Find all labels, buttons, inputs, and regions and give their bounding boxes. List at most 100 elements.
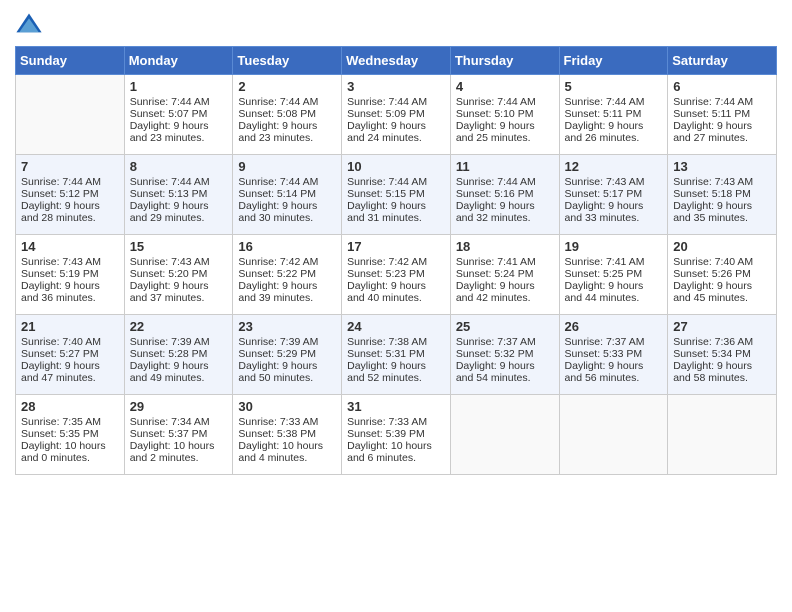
day-number: 22 — [130, 319, 228, 334]
day-number: 16 — [238, 239, 336, 254]
daylight-text: Daylight: 9 hours and 36 minutes. — [21, 280, 119, 304]
calendar-week-2: 7Sunrise: 7:44 AMSunset: 5:12 PMDaylight… — [16, 155, 777, 235]
calendar-cell: 29Sunrise: 7:34 AMSunset: 5:37 PMDayligh… — [124, 395, 233, 475]
sunset-text: Sunset: 5:25 PM — [565, 268, 663, 280]
sunset-text: Sunset: 5:27 PM — [21, 348, 119, 360]
sunrise-text: Sunrise: 7:43 AM — [21, 256, 119, 268]
calendar-cell: 11Sunrise: 7:44 AMSunset: 5:16 PMDayligh… — [450, 155, 559, 235]
day-number: 29 — [130, 399, 228, 414]
sunset-text: Sunset: 5:12 PM — [21, 188, 119, 200]
sunset-text: Sunset: 5:39 PM — [347, 428, 445, 440]
calendar-cell: 23Sunrise: 7:39 AMSunset: 5:29 PMDayligh… — [233, 315, 342, 395]
daylight-text: Daylight: 9 hours and 45 minutes. — [673, 280, 771, 304]
calendar-cell: 5 Sunrise: 7:44 AMSunset: 5:11 PMDaylight… — [559, 75, 668, 155]
sunrise-text: Sunrise: 7:44 AM — [21, 176, 119, 188]
calendar-cell: 2Sunrise: 7:44 AMSunset: 5:08 PMDaylight… — [233, 75, 342, 155]
sunset-text: Sunset: 5:11 PM — [565, 108, 663, 120]
sunset-text: Sunset: 5:37 PM — [130, 428, 228, 440]
daylight-text: Daylight: 9 hours and 25 minutes. — [456, 120, 554, 144]
day-header-monday: Monday — [124, 47, 233, 75]
sunset-text: Sunset: 5:18 PM — [673, 188, 771, 200]
daylight-text: Daylight: 10 hours and 2 minutes. — [130, 440, 228, 464]
calendar-cell: 8Sunrise: 7:44 AMSunset: 5:13 PMDaylight… — [124, 155, 233, 235]
daylight-text: Daylight: 9 hours and 33 minutes. — [565, 200, 663, 224]
calendar-cell: 24Sunrise: 7:38 AMSunset: 5:31 PMDayligh… — [342, 315, 451, 395]
day-number: 8 — [130, 159, 228, 174]
sunrise-text: Sunrise: 7:40 AM — [673, 256, 771, 268]
daylight-text: Daylight: 9 hours and 26 minutes. — [565, 120, 663, 144]
day-header-thursday: Thursday — [450, 47, 559, 75]
daylight-text: Daylight: 9 hours and 42 minutes. — [456, 280, 554, 304]
calendar-cell — [559, 395, 668, 475]
calendar-cell: 26Sunrise: 7:37 AMSunset: 5:33 PMDayligh… — [559, 315, 668, 395]
sunset-text: Sunset: 5:07 PM — [130, 108, 228, 120]
day-number: 31 — [347, 399, 445, 414]
sunrise-text: Sunrise: 7:43 AM — [130, 256, 228, 268]
sunrise-text: Sunrise: 7:37 AM — [565, 336, 663, 348]
sunrise-text: Sunrise: 7:41 AM — [456, 256, 554, 268]
sunset-text: Sunset: 5:28 PM — [130, 348, 228, 360]
day-header-sunday: Sunday — [16, 47, 125, 75]
sunset-text: Sunset: 5:19 PM — [21, 268, 119, 280]
sunrise-text: Sunrise: 7:35 AM — [21, 416, 119, 428]
day-number: 28 — [21, 399, 119, 414]
sunrise-text: Sunrise: 7:44 AM — [565, 96, 663, 108]
day-number: 11 — [456, 159, 554, 174]
sunset-text: Sunset: 5:26 PM — [673, 268, 771, 280]
day-number: 30 — [238, 399, 336, 414]
sunset-text: Sunset: 5:35 PM — [21, 428, 119, 440]
sunrise-text: Sunrise: 7:44 AM — [130, 176, 228, 188]
day-number: 2 — [238, 79, 336, 94]
day-number: 23 — [238, 319, 336, 334]
day-number: 27 — [673, 319, 771, 334]
daylight-text: Daylight: 9 hours and 44 minutes. — [565, 280, 663, 304]
sunrise-text: Sunrise: 7:44 AM — [347, 176, 445, 188]
sunset-text: Sunset: 5:20 PM — [130, 268, 228, 280]
daylight-text: Daylight: 9 hours and 54 minutes. — [456, 360, 554, 384]
sunrise-text: Sunrise: 7:44 AM — [347, 96, 445, 108]
sunset-text: Sunset: 5:24 PM — [456, 268, 554, 280]
calendar-week-1: 1 Sunrise: 7:44 AM Sunset: 5:07 PM Daylight… — [16, 75, 777, 155]
daylight-text: Daylight: 9 hours and 37 minutes. — [130, 280, 228, 304]
day-header-friday: Friday — [559, 47, 668, 75]
sunrise-text: Sunrise: 7:43 AM — [673, 176, 771, 188]
daylight-text: Daylight: 9 hours and 40 minutes. — [347, 280, 445, 304]
day-number: 10 — [347, 159, 445, 174]
calendar-cell: 27Sunrise: 7:36 AMSunset: 5:34 PMDayligh… — [668, 315, 777, 395]
sunset-text: Sunset: 5:08 PM — [238, 108, 336, 120]
calendar-cell — [450, 395, 559, 475]
day-number: 1 — [130, 79, 228, 94]
sunset-text: Sunset: 5:31 PM — [347, 348, 445, 360]
calendar-cell: 15Sunrise: 7:43 AMSunset: 5:20 PMDayligh… — [124, 235, 233, 315]
day-number: 24 — [347, 319, 445, 334]
calendar-cell: 1Sunrise: 7:44 AMSunset: 5:07 PMDaylight… — [124, 75, 233, 155]
day-number: 3 — [347, 79, 445, 94]
calendar-cell: 16Sunrise: 7:42 AMSunset: 5:22 PMDayligh… — [233, 235, 342, 315]
sunset-text: Sunset: 5:33 PM — [565, 348, 663, 360]
sunset-text: Sunset: 5:22 PM — [238, 268, 336, 280]
daylight-text: Daylight: 9 hours and 24 minutes. — [347, 120, 445, 144]
sunset-text: Sunset: 5:13 PM — [130, 188, 228, 200]
sunrise-text: Sunrise: 7:39 AM — [130, 336, 228, 348]
logo — [15, 10, 47, 38]
day-number: 5 — [565, 79, 663, 94]
calendar-cell: 4Sunrise: 7:44 AMSunset: 5:10 PMDaylight… — [450, 75, 559, 155]
sunrise-text: Sunrise: 7:42 AM — [238, 256, 336, 268]
daylight-text: Daylight: 10 hours and 6 minutes. — [347, 440, 445, 464]
sunrise-text: Sunrise: 7:38 AM — [347, 336, 445, 348]
calendar-cell: 14 Sunrise: 7:43 AMSunset: 5:19 PMDayligh… — [16, 235, 125, 315]
day-number: 14 — [21, 239, 119, 254]
day-header-tuesday: Tuesday — [233, 47, 342, 75]
calendar-cell: 10Sunrise: 7:44 AMSunset: 5:15 PMDayligh… — [342, 155, 451, 235]
calendar-cell — [16, 75, 125, 155]
calendar-cell: 13Sunrise: 7:43 AMSunset: 5:18 PMDayligh… — [668, 155, 777, 235]
calendar-cell: 19Sunrise: 7:41 AMSunset: 5:25 PMDayligh… — [559, 235, 668, 315]
sunset-text: Sunset: 5:32 PM — [456, 348, 554, 360]
calendar-cell: 18Sunrise: 7:41 AMSunset: 5:24 PMDayligh… — [450, 235, 559, 315]
sunset-text: Sunset: 5:29 PM — [238, 348, 336, 360]
calendar-week-5: 28 Sunrise: 7:35 AMSunset: 5:35 PM Dayligh… — [16, 395, 777, 475]
calendar-table: SundayMondayTuesdayWednesdayThursdayFrid… — [15, 46, 777, 475]
calendar-header-row: SundayMondayTuesdayWednesdayThursdayFrid… — [16, 47, 777, 75]
calendar-cell: 28Sunrise: 7:35 AMSunset: 5:35 PMDayligh… — [16, 395, 125, 475]
logo-icon — [15, 10, 43, 38]
